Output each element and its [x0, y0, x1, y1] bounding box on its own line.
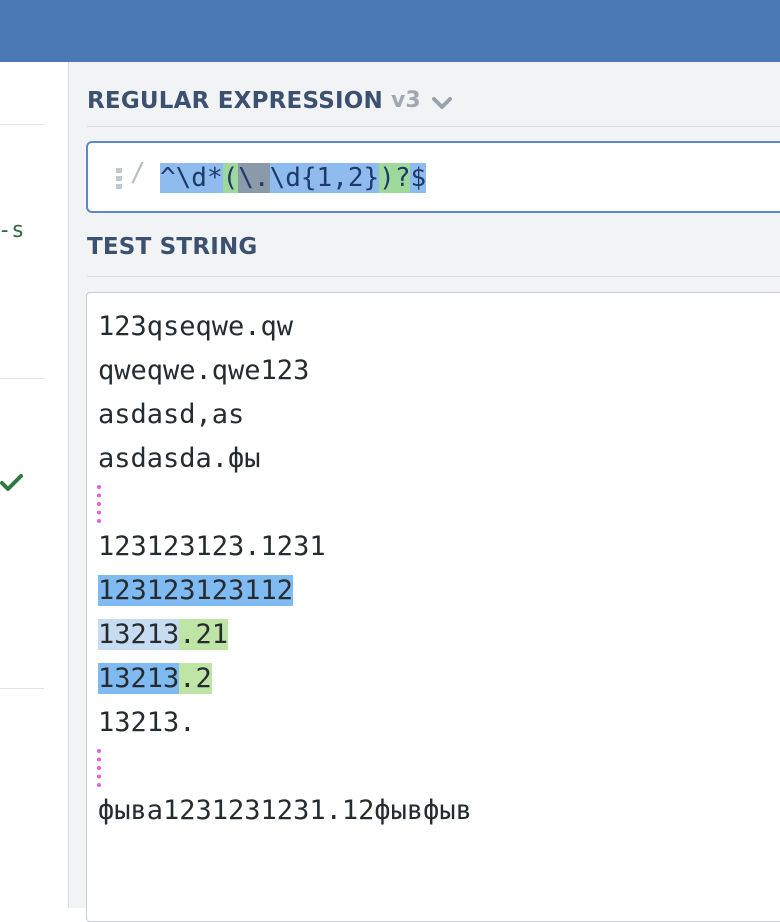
line-text: asdasd,as	[98, 399, 245, 430]
test-string-editor[interactable]: 123qseqwe.qw qweqwe.qwe123 asdasd,as asdasd…	[86, 292, 780, 922]
test-string-line[interactable]: фыва1231231231.12фывфыв	[98, 791, 472, 831]
test-string-line[interactable]: 13213.2	[98, 659, 212, 699]
regex-token-digit-quantifier: \d{1,2}	[269, 163, 380, 193]
match-highlight: .2	[179, 663, 212, 694]
regex-delimiter: /	[130, 158, 146, 188]
match-highlight: 13213	[98, 663, 180, 694]
line-text: 123123123.1231	[98, 531, 326, 562]
regex-token-escaped-dot: \.	[238, 163, 270, 193]
line-text: 13213.	[98, 707, 196, 738]
chevron-down-icon[interactable]	[431, 96, 453, 110]
test-string-line[interactable]: 123123123112	[98, 571, 294, 611]
test-string-line[interactable]: 123qseqwe.qw	[98, 307, 293, 347]
regex-token-anchor-start: ^	[160, 163, 176, 193]
regex-pattern[interactable]: ^\d*(\.\d{1,2})?$	[160, 161, 427, 195]
line-text: 123qseqwe.qw	[98, 311, 294, 342]
regex-token-digits: \d*	[175, 163, 223, 193]
editor-panel: REGULAR EXPRESSION v3 / ^\d*(\.\d{1,2})?…	[69, 62, 780, 922]
test-string-line[interactable]: 123123123.1231	[98, 527, 326, 567]
match-highlight: 13213	[98, 619, 180, 650]
regex-token-group-close: )?	[379, 163, 411, 193]
regex-token-group-open: (	[222, 163, 239, 193]
section-divider	[87, 276, 780, 277]
app-header-bar	[0, 0, 780, 62]
regex-section-title: REGULAR EXPRESSION	[87, 88, 383, 114]
empty-match-marker	[97, 485, 101, 523]
check-icon	[0, 474, 23, 491]
empty-match-marker	[97, 749, 101, 787]
regex-token-anchor-end: $	[410, 163, 427, 193]
test-string-title: TEST STRING	[87, 234, 258, 260]
grip-icon[interactable]	[116, 168, 124, 190]
sidebar-divider	[0, 688, 44, 689]
regex-input[interactable]: / ^\d*(\.\d{1,2})?$	[86, 141, 780, 213]
line-text: qweqwe.qwe123	[98, 355, 310, 386]
match-highlight: 123123123112	[98, 575, 294, 606]
sidebar-divider	[0, 124, 44, 125]
test-string-line[interactable]: asdasd,as	[98, 395, 244, 435]
sidebar-divider	[0, 378, 44, 379]
left-sidebar: -s	[0, 62, 69, 908]
line-text: фыва1231231231.12фывфыв	[98, 795, 472, 826]
match-highlight: .21	[179, 619, 229, 650]
section-divider	[87, 126, 780, 127]
version-selector-label[interactable]: v3	[391, 88, 421, 113]
test-string-line[interactable]: asdasda.фы	[98, 439, 261, 479]
test-string-line[interactable]: qweqwe.qwe123	[98, 351, 309, 391]
test-string-line[interactable]: 13213.21	[98, 615, 229, 655]
test-string-line[interactable]: 13213.	[98, 703, 196, 743]
line-text: asdasda.фы	[98, 443, 261, 474]
sidebar-flag-label[interactable]: -s	[0, 218, 25, 243]
